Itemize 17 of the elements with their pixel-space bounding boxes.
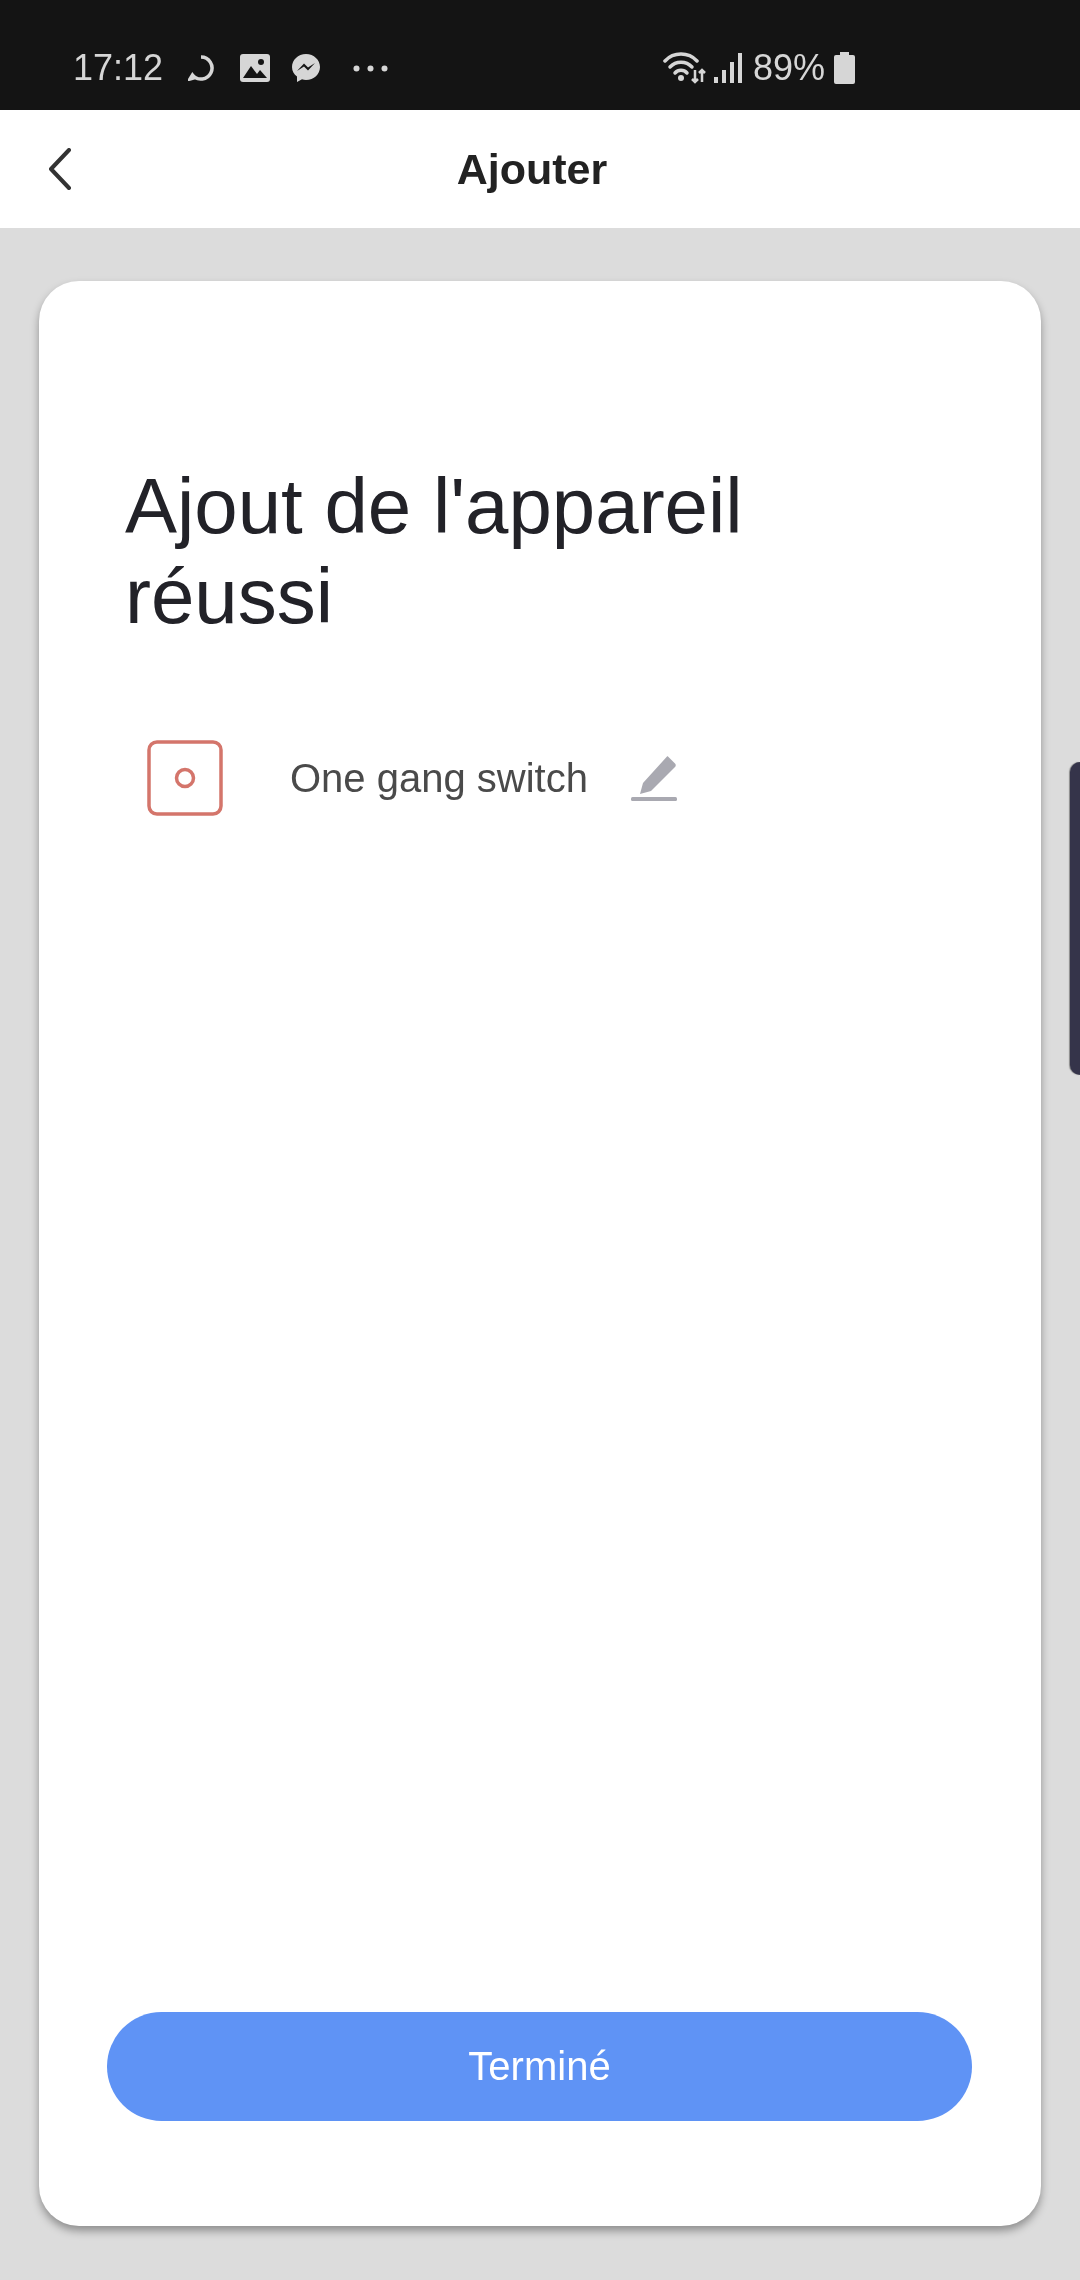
back-icon: [48, 148, 72, 190]
edge-panel-handle[interactable]: [1070, 762, 1080, 1075]
success-heading: Ajout de l'appareil réussi: [125, 461, 744, 641]
edit-icon[interactable]: [630, 755, 677, 801]
signal-icon: [712, 53, 743, 83]
image-icon: [240, 54, 271, 82]
page-title: Ajouter: [455, 144, 609, 194]
battery-percent: 89%: [752, 48, 825, 88]
ring-icon: [188, 55, 215, 81]
wifi-icon: [662, 52, 706, 84]
done-button[interactable]: Terminé: [107, 2012, 972, 2121]
battery-icon: [834, 52, 855, 84]
more-icon: [353, 64, 389, 72]
switch-icon: [147, 740, 223, 816]
chat-bubble-icon: [291, 53, 322, 83]
device-name: One gang switch: [290, 755, 588, 801]
status-time: 17:12: [73, 48, 164, 88]
